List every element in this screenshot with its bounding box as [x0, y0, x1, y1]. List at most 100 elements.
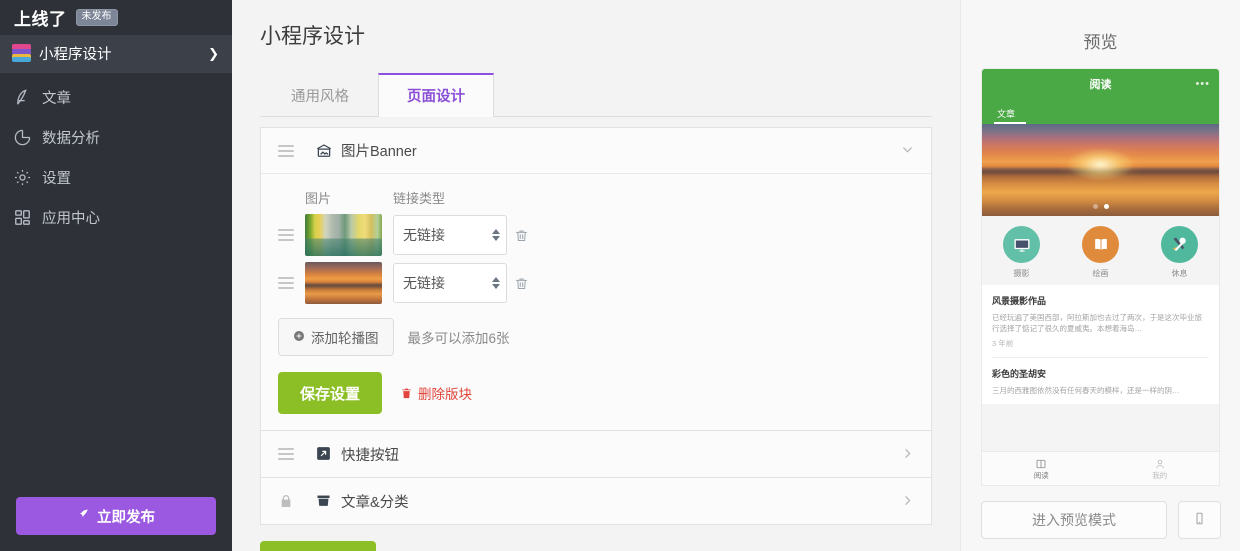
sidebar-item-label: 设置	[42, 170, 71, 187]
sidebar-item-app-center[interactable]: 应用中心	[0, 197, 232, 237]
archive-icon	[315, 492, 333, 510]
delete-block-link[interactable]: 删除版块	[400, 383, 472, 403]
app-root: 上线了 未发布 小程序设计 ❯ 文章 数据分析 设置 应用中心 立即发布 小程序…	[0, 0, 1240, 551]
tabbar-item-reading[interactable]: 阅读	[982, 452, 1101, 485]
save-settings-button[interactable]: 保存设置	[278, 372, 383, 414]
carousel-dots	[982, 204, 1219, 209]
phone-tabbar: 阅读 我的	[982, 451, 1219, 485]
add-image-row: 添加轮播图 最多可以添加6张	[278, 318, 931, 356]
block-header[interactable]: 文章&分类	[261, 478, 931, 524]
pie-chart-icon	[12, 127, 32, 147]
sidebar-item-miniprogram-design[interactable]: 小程序设计 ❯	[0, 35, 232, 73]
tabbar-label: 阅读	[1033, 470, 1049, 480]
article-title: 风景摄影作品	[992, 296, 1047, 306]
chevron-updown-icon	[492, 277, 500, 289]
preview-title: 预览	[1083, 33, 1118, 52]
block-quick-buttons: 快捷按钮	[260, 431, 932, 478]
chevron-updown-icon	[492, 229, 500, 241]
article-time: 3 年前	[992, 338, 1014, 348]
grid-apps-icon	[12, 207, 32, 227]
list-item[interactable]: 风景摄影作品 已经玩遍了美国西部，阿拉斯加也去过了两次，于是这次毕业旅行选择了惦…	[992, 285, 1209, 358]
quick-item-painting[interactable]: 绘画	[1061, 226, 1140, 279]
sidebar-item-settings[interactable]: 设置	[0, 157, 232, 197]
link-type-select[interactable]: 无链接	[393, 215, 507, 255]
brand: 上线了 未发布	[0, 0, 232, 35]
link-type-select[interactable]: 无链接	[393, 263, 507, 303]
quick-item-rest[interactable]: 休息	[1140, 226, 1219, 279]
rocket-icon	[77, 508, 90, 524]
block-header[interactable]: 图片Banner	[261, 128, 931, 174]
tabbar-label: 我的	[1152, 470, 1168, 480]
sidebar-item-analytics[interactable]: 数据分析	[0, 117, 232, 157]
tabbar-item-mine[interactable]: 我的	[1101, 452, 1220, 485]
quick-item-label: 摄影	[1013, 269, 1030, 278]
quick-item-label: 休息	[1171, 269, 1188, 278]
add-carousel-image-button[interactable]: 添加轮播图	[278, 318, 394, 356]
chevron-right-icon[interactable]	[900, 493, 915, 510]
main-content: 小程序设计 通用风格 页面设计 图片Banner 图片 链接类型 无链接 无链接…	[232, 0, 960, 551]
chevron-down-icon[interactable]	[900, 142, 915, 159]
phone-quick-buttons: 摄影 绘画 休息	[982, 216, 1219, 285]
table-row: 无链接	[278, 214, 931, 256]
delete-block-label: 删除版块	[418, 387, 473, 402]
quick-item-photography[interactable]: 摄影	[982, 226, 1061, 279]
enter-preview-mode-button[interactable]: 进入预览模式	[981, 501, 1167, 539]
drag-handle-icon[interactable]	[278, 229, 294, 241]
phone-preview: 阅读 ••• 文章 摄影 绘画 休息 风景摄影作品 已经玩遍了美国西部，阿拉斯加…	[982, 69, 1219, 485]
sidebar-nav: 文章 数据分析 设置 应用中心	[0, 73, 232, 237]
block-header[interactable]: 快捷按钮	[261, 431, 931, 477]
brand-name: 上线了	[14, 10, 67, 29]
publish-button-label: 立即发布	[97, 509, 155, 526]
drag-handle-icon[interactable]	[278, 448, 294, 460]
preview-actions: 进入预览模式	[961, 501, 1240, 539]
banner-thumbnail[interactable]	[305, 262, 382, 304]
sidebar-item-articles[interactable]: 文章	[0, 77, 232, 117]
plus-circle-icon	[293, 330, 305, 345]
delete-image-button[interactable]	[511, 273, 531, 293]
drag-handle-icon[interactable]	[278, 144, 294, 157]
chevron-right-icon[interactable]	[900, 446, 915, 463]
phone-tab-strip: 文章	[982, 99, 1219, 124]
article-desc: 三月的西雅图依然没有任何春天的模样，还是一样的阴…	[992, 385, 1180, 395]
block-label: 图片Banner	[341, 144, 417, 160]
link-type-value: 无链接	[403, 227, 445, 243]
phone-article-list: 风景摄影作品 已经玩遍了美国西部，阿拉斯加也去过了两次，于是这次毕业旅行选择了惦…	[982, 285, 1219, 404]
layers-icon	[12, 44, 31, 63]
article-desc: 已经玩遍了美国西部，阿拉斯加也去过了两次，于是这次毕业旅行选择了惦记了很久的夏威…	[992, 313, 1202, 334]
mobile-device-button[interactable]	[1178, 501, 1221, 539]
banner-thumbnail[interactable]	[305, 214, 382, 256]
phone-tab-articles[interactable]: 文章	[994, 107, 1027, 124]
link-type-value: 无链接	[403, 275, 445, 291]
phone-header: 阅读 •••	[982, 69, 1219, 99]
publish-status-badge: 未发布	[75, 9, 118, 26]
quick-button-icon	[315, 445, 333, 463]
sidebar-item-label: 数据分析	[42, 130, 100, 147]
tab-page-design[interactable]: 页面设计	[378, 73, 494, 117]
image-banner-icon	[315, 142, 333, 160]
book-open-icon	[1035, 457, 1047, 469]
sidebar-item-label: 应用中心	[42, 210, 100, 227]
article-title: 彩色的圣胡安	[992, 368, 1047, 379]
gear-icon	[12, 167, 32, 187]
phone-banner-carousel[interactable]	[982, 124, 1219, 216]
chevron-right-icon: ❯	[208, 45, 219, 61]
drag-handle-icon[interactable]	[278, 277, 294, 289]
book-icon	[1082, 226, 1119, 263]
quick-item-label: 绘画	[1092, 269, 1109, 278]
tools-icon	[1161, 226, 1198, 263]
add-carousel-image-label: 添加轮播图	[311, 331, 379, 346]
page-title: 小程序设计	[260, 25, 365, 48]
sidebar: 上线了 未发布 小程序设计 ❯ 文章 数据分析 设置 应用中心 立即发布	[0, 0, 232, 551]
block-image-banner: 图片Banner 图片 链接类型 无链接 无链接 添加轮播图 最多可以添加6张 …	[260, 127, 932, 431]
block-body: 图片 链接类型 无链接 无链接 添加轮播图 最多可以添加6张 保存设置 删除版块	[261, 174, 931, 430]
more-dots-icon[interactable]: •••	[1195, 78, 1210, 90]
publish-now-button[interactable]: 立即发布	[16, 497, 216, 535]
table-header-row: 图片 链接类型	[278, 188, 931, 207]
add-block-button[interactable]: 添加版块	[260, 541, 377, 551]
list-item[interactable]: 彩色的圣胡安 三月的西雅图依然没有任何春天的模样，还是一样的阴…	[992, 358, 1209, 404]
block-label: 快捷按钮	[341, 447, 399, 464]
col-header-link-type: 链接类型	[393, 191, 446, 206]
tab-general-style[interactable]: 通用风格	[262, 73, 378, 117]
col-header-image: 图片	[305, 191, 332, 206]
delete-image-button[interactable]	[511, 225, 531, 245]
